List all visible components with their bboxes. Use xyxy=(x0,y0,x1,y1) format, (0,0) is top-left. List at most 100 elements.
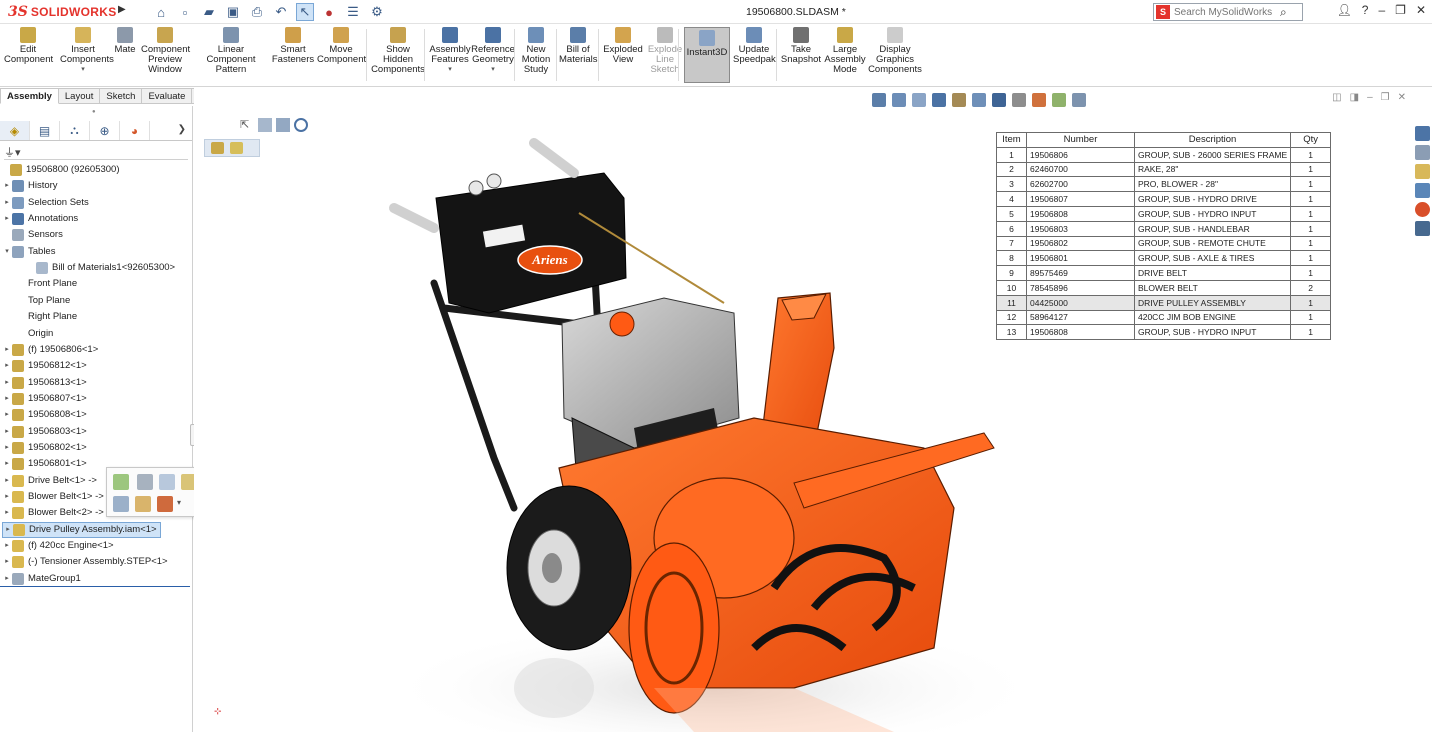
expand-arrow-icon[interactable]: ▸ xyxy=(2,211,12,227)
reference-geometry-button[interactable]: Reference Geometry ▾ xyxy=(470,27,516,75)
display-graphics-button[interactable]: Display Graphics Components xyxy=(867,27,923,75)
insert-components-button[interactable]: Insert Components ▾ xyxy=(60,27,114,75)
tree-item-drive-pulley-assembly[interactable]: ▸ Drive Pulley Assembly.iam<1> xyxy=(2,521,161,538)
bom-row[interactable]: 7 19506802 GROUP, SUB - REMOTE CHUTE 1 xyxy=(996,235,1332,252)
select-icon[interactable]: ↖ xyxy=(296,3,314,21)
solidworks-resources-icon[interactable] xyxy=(1414,126,1430,141)
part-breadcrumb-icon[interactable] xyxy=(230,142,243,154)
bom-row[interactable]: 9 89575469 DRIVE BELT 1 xyxy=(996,265,1332,281)
motion-study-button[interactable]: New Motion Study xyxy=(518,27,554,75)
expand-arrow-icon[interactable]: ▸ xyxy=(2,440,12,456)
property-manager-tab-icon[interactable]: ▤ xyxy=(30,121,60,140)
tab-evaluate[interactable]: Evaluate xyxy=(142,88,193,104)
assembly-features-button[interactable]: Assembly Features ▾ xyxy=(428,27,472,75)
print-icon[interactable]: ⎙ xyxy=(248,3,266,21)
expand-arrow-icon[interactable]: ▸ xyxy=(2,407,12,423)
appearance-dropdown-icon[interactable]: ▾ xyxy=(177,498,181,507)
search-icon[interactable]: ⌕ xyxy=(1280,5,1287,20)
traffic-light-icon[interactable]: ● xyxy=(320,3,338,21)
bill-of-materials-table[interactable]: Item Number Description Qty 1 19506806 GROUP, … xyxy=(996,132,1332,341)
viewport-restore-icon[interactable]: ❐ xyxy=(1381,92,1390,103)
bom-row[interactable]: 11 04425000 DRIVE PULLEY ASSEMBLY 1 xyxy=(996,294,1332,311)
tree-item-sensors[interactable]: Sensors xyxy=(2,227,63,243)
dropdown-caret-icon[interactable]: ▾ xyxy=(428,65,472,75)
expand-arrow-icon[interactable]: ▸ xyxy=(2,456,12,472)
tab-assembly[interactable]: Assembly xyxy=(0,88,59,104)
hide-show-items-icon[interactable] xyxy=(1012,93,1026,107)
menu-expand-arrow-icon[interactable]: ▶ xyxy=(118,4,130,20)
open-part-icon[interactable] xyxy=(159,474,175,490)
large-assembly-mode-button[interactable]: Large Assembly Mode xyxy=(822,27,868,75)
edit-component-button[interactable]: Edit Component xyxy=(4,27,53,65)
edit-appearance-icon[interactable] xyxy=(1032,93,1046,107)
help-icon[interactable]: ? xyxy=(1362,3,1369,17)
tree-item-mate-group[interactable]: ▸ MateGroup1 xyxy=(2,571,81,587)
bom-row[interactable]: 2 62460700 RAKE, 28" 1 xyxy=(996,161,1332,178)
display-style-icon[interactable] xyxy=(992,93,1006,107)
hide-show-icon[interactable] xyxy=(137,474,153,490)
smart-fasteners-button[interactable]: Smart Fasteners xyxy=(270,27,316,65)
expand-arrow-icon[interactable]: ▸ xyxy=(2,505,12,521)
bom-row[interactable]: 10 78545896 BLOWER BELT 2 xyxy=(996,279,1332,296)
expand-arrow-icon[interactable]: ▸ xyxy=(2,554,12,570)
tree-item-tables[interactable]: ▾ Tables xyxy=(2,244,55,260)
tab-sketch[interactable]: Sketch xyxy=(100,88,143,104)
component-preview-button[interactable]: Component Preview Window xyxy=(141,27,190,75)
bom-row[interactable]: 1 19506806 GROUP, SUB - 26000 SERIES FRAME… xyxy=(996,146,1332,163)
tree-item-history[interactable]: ▸ History xyxy=(2,178,58,194)
tree-item-right-plane[interactable]: Right Plane xyxy=(2,309,77,325)
minimize-window-icon[interactable]: – xyxy=(1378,3,1385,17)
panel-grip-icon[interactable]: ● xyxy=(92,109,100,115)
dropdown-caret-icon[interactable]: ▾ xyxy=(60,65,106,75)
expand-arrow-icon[interactable]: ▸ xyxy=(2,571,12,587)
search-input[interactable] xyxy=(1174,6,1278,18)
zoom-to-selection-icon[interactable] xyxy=(113,496,129,512)
zoom-to-fit-icon[interactable] xyxy=(872,93,886,107)
custom-properties-icon[interactable] xyxy=(1414,221,1430,236)
save-icon[interactable]: ▣ xyxy=(224,3,242,21)
mate-button[interactable]: Mate xyxy=(113,27,137,55)
tree-item-component[interactable]: ▸ 19506808<1> xyxy=(2,407,87,423)
options-gear-icon[interactable]: ⚙ xyxy=(368,3,386,21)
feature-manager-tab-icon[interactable]: ◈ xyxy=(0,121,30,140)
view-settings-icon[interactable] xyxy=(1072,93,1086,107)
apply-scene-icon[interactable] xyxy=(1052,93,1066,107)
assembly-breadcrumb-icon[interactable] xyxy=(211,142,224,154)
undo-icon[interactable]: ↶ xyxy=(272,3,290,21)
mate-reference-icon[interactable] xyxy=(276,118,290,132)
tree-rollback-bar[interactable] xyxy=(0,586,190,587)
update-speedpak-button[interactable]: Update Speedpak xyxy=(733,27,776,65)
open-icon[interactable]: ▰ xyxy=(200,3,218,21)
bom-row[interactable]: 3 62602700 PRO, BLOWER - 28" 1 xyxy=(996,176,1332,193)
user-icon[interactable]: 👤︎ xyxy=(1337,3,1352,17)
close-window-icon[interactable]: ✕ xyxy=(1416,3,1426,17)
expand-arrow-icon[interactable]: ▸ xyxy=(2,358,12,374)
exploded-view-button[interactable]: Exploded View xyxy=(601,27,645,65)
configuration-manager-tab-icon[interactable]: ⛬ xyxy=(60,121,90,140)
view-orientation-icon[interactable] xyxy=(972,93,986,107)
viewport-minimize-icon[interactable]: – xyxy=(1367,92,1373,103)
bill-of-materials-button[interactable]: Bill of Materials xyxy=(559,27,598,65)
bom-row[interactable]: 5 19506808 GROUP, SUB - HYDRO INPUT 1 xyxy=(996,205,1332,222)
tree-filter-icon[interactable]: ⏚▾ xyxy=(4,144,188,160)
bom-row[interactable]: 6 19506803 GROUP, SUB - HANDLEBAR 1 xyxy=(996,220,1332,237)
instant3d-button[interactable]: Instant3D xyxy=(684,27,730,83)
zoom-to-area-icon[interactable] xyxy=(892,93,906,107)
viewport-link-icon[interactable]: ◨ xyxy=(1350,92,1359,103)
dropdown-caret-icon[interactable]: ▾ xyxy=(470,65,516,75)
home-icon[interactable]: ⌂ xyxy=(152,3,170,21)
section-view-icon[interactable] xyxy=(932,93,946,107)
bom-row[interactable]: 12 58964127 420CC JIM BOB ENGINE 1 xyxy=(996,309,1332,326)
restore-window-icon[interactable]: ❐ xyxy=(1395,3,1406,17)
appearance-icon[interactable] xyxy=(157,496,173,512)
tree-item-bill-of-materials[interactable]: Bill of Materials1<92605300> xyxy=(26,260,175,276)
solidworks-logo[interactable]: 3S SOLIDWORKS xyxy=(8,3,117,21)
show-hidden-button[interactable]: Show Hidden Components xyxy=(370,27,426,75)
tree-item-component[interactable]: ▸ 19506802<1> xyxy=(2,440,87,456)
tree-item-selection-sets[interactable]: ▸ Selection Sets xyxy=(2,195,89,211)
tree-item-tensioner-assembly[interactable]: ▸ (-) Tensioner Assembly.STEP<1> xyxy=(2,554,168,570)
bom-row[interactable]: 8 19506801 GROUP, SUB - AXLE & TIRES 1 xyxy=(996,250,1332,267)
take-snapshot-button[interactable]: Take Snapshot xyxy=(780,27,822,65)
tree-item-top-plane[interactable]: Top Plane xyxy=(2,293,70,309)
tree-root-assembly[interactable]: 19506800 (92605300) xyxy=(0,162,120,178)
